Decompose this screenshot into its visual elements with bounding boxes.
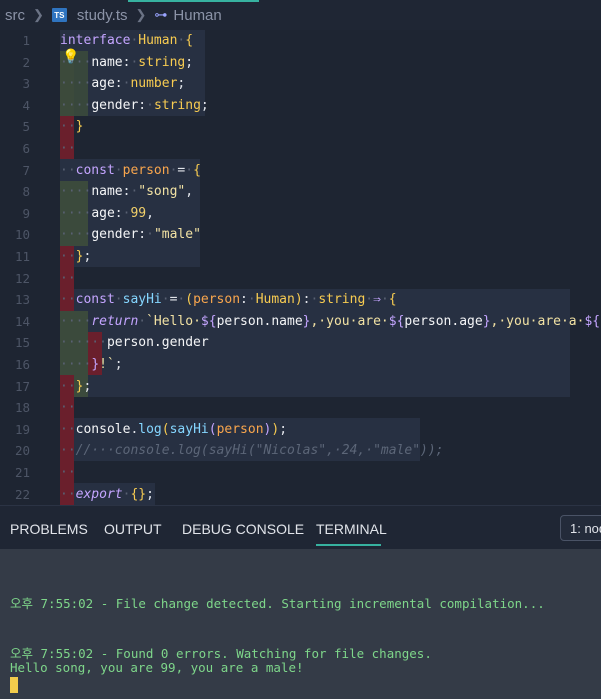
terminal-line: 오후 7:55:02 - File change detected. Start… bbox=[10, 596, 545, 611]
tab-terminal[interactable]: TERMINAL bbox=[316, 521, 387, 537]
tab-problems[interactable]: PROBLEMS bbox=[10, 521, 88, 537]
breadcrumb-file[interactable]: study.ts bbox=[77, 7, 128, 24]
code-editor[interactable]: 1 2 3 4 5 6 7 8 9 10 11 12 13 14 15 16 1… bbox=[0, 30, 601, 505]
panel-tab-bar: PROBLEMS OUTPUT DEBUG CONSOLE TERMINAL 1… bbox=[0, 505, 601, 549]
terminal-cursor bbox=[10, 677, 18, 693]
breadcrumb: src ❯ TS study.ts ❯ ⊶ Human bbox=[0, 0, 601, 30]
active-tab-indicator bbox=[316, 544, 381, 546]
terminal-select[interactable]: 1: node bbox=[560, 515, 601, 541]
tab-debug-console[interactable]: DEBUG CONSOLE bbox=[182, 521, 304, 537]
interface-symbol-icon: ⊶ bbox=[154, 7, 168, 22]
active-editor-indicator bbox=[128, 0, 259, 2]
breadcrumb-symbol[interactable]: Human bbox=[173, 7, 221, 24]
vscode-window: src ❯ TS study.ts ❯ ⊶ Human 1 2 3 4 5 6 … bbox=[0, 0, 601, 699]
terminal-line: Hello song, you are 99, you are a male! bbox=[10, 660, 304, 675]
chevron-right-icon: ❯ bbox=[33, 7, 44, 22]
chevron-right-icon: ❯ bbox=[135, 7, 147, 22]
tab-output[interactable]: OUTPUT bbox=[104, 521, 162, 537]
terminal-output[interactable]: 오후 7:55:02 - File change detected. Start… bbox=[0, 549, 601, 699]
breadcrumb-folder[interactable]: src bbox=[5, 7, 25, 24]
typescript-file-icon: TS bbox=[51, 8, 67, 22]
